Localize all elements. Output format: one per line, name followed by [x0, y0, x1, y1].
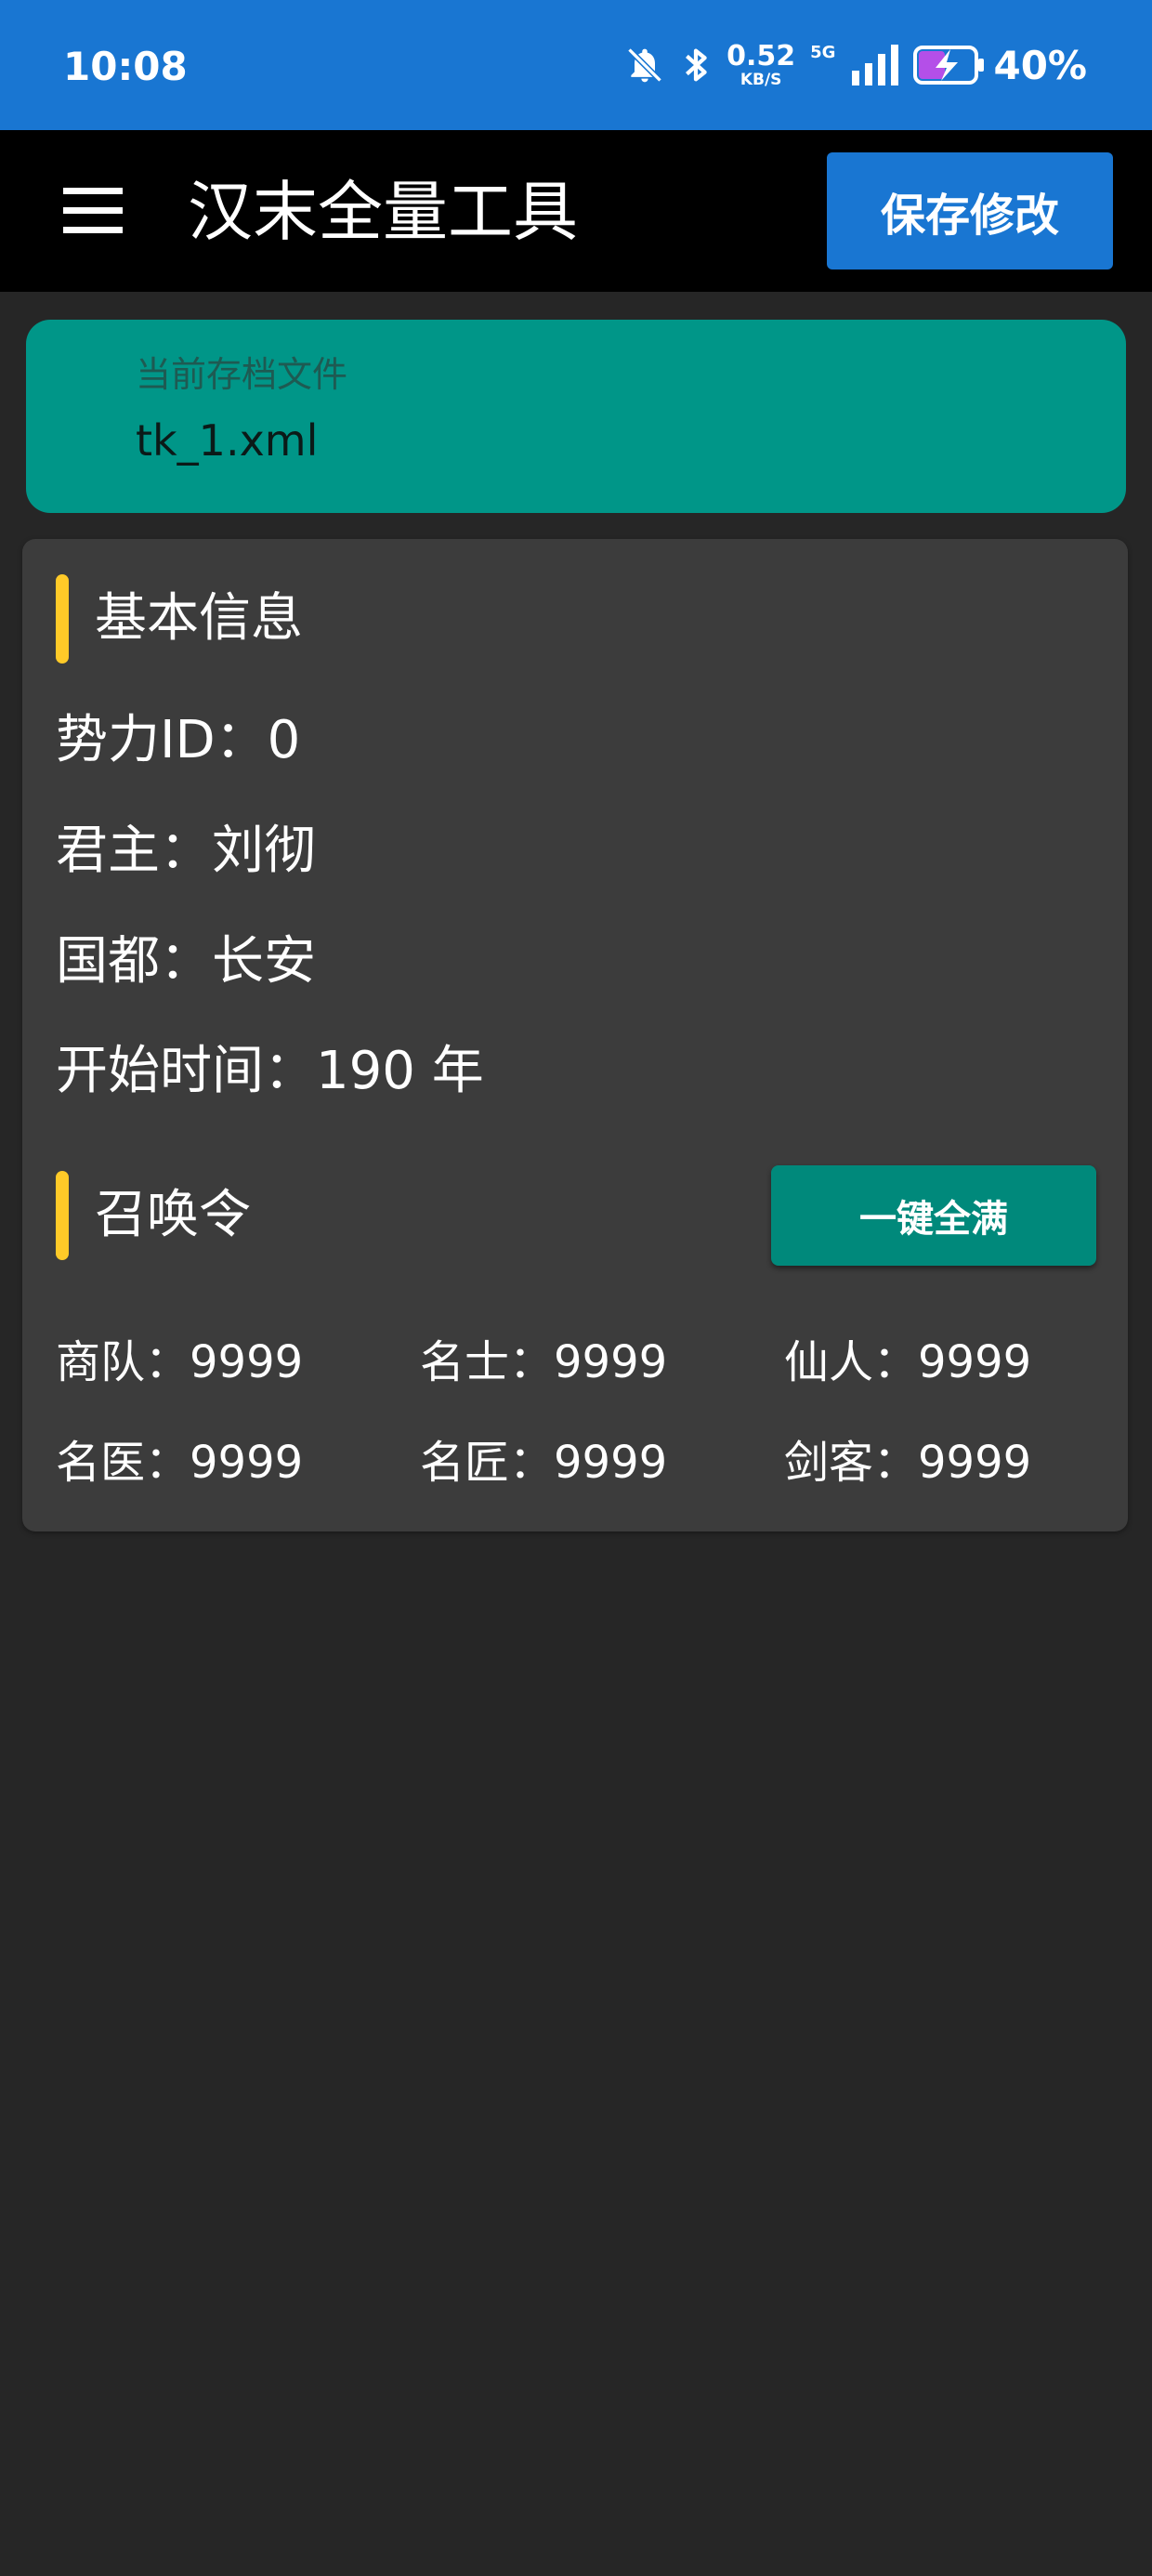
summon-item: 名士：9999 [420, 1334, 667, 1390]
bluetooth-icon [686, 48, 707, 82]
status-bar: 10:08 0.52 KB/S 5G 40% [0, 0, 1152, 130]
summon-item: 仙人：9999 [784, 1334, 1031, 1390]
signal-icon [852, 45, 899, 85]
summon-item-label: 商队： [56, 1336, 190, 1388]
basic-info-header: 基本信息 [56, 572, 303, 665]
summon-title: 召唤令 [95, 1185, 251, 1245]
net-speed: 0.52 KB/S [727, 39, 796, 89]
summon-item: 剑客：9999 [784, 1435, 1031, 1491]
accent-bar [56, 1171, 69, 1260]
summon-item: 名医：9999 [56, 1435, 303, 1491]
current-file-name: tk_1.xml [136, 415, 319, 466]
battery-percent: 40% [993, 42, 1087, 88]
hamburger-menu-icon [63, 188, 123, 233]
status-time: 10:08 [63, 44, 188, 89]
ruler-value: 刘彻 [212, 821, 316, 881]
capital-row: 国都：长安 [56, 929, 316, 994]
bell-muted-icon [627, 47, 662, 83]
current-file-card: 当前存档文件 tk_1.xml [26, 320, 1126, 513]
summon-item-value: 9999 [190, 1336, 304, 1388]
accent-bar [56, 574, 69, 664]
start-time-row: 开始时间：190 年 [56, 1039, 484, 1104]
summon-item-label: 名医： [56, 1437, 190, 1489]
info-card: 基本信息 势力ID：0 君主：刘彻 国都：长安 开始时间：190 年 召唤令 一… [22, 539, 1128, 1531]
start-time-value: 190 年 [316, 1041, 484, 1101]
hamburger-menu-button[interactable] [56, 178, 130, 243]
status-icons: 0.52 KB/S 5G 40% [609, 37, 1087, 93]
network-type: 5G [810, 43, 836, 62]
basic-info-title: 基本信息 [95, 588, 303, 649]
current-file-caption: 当前存档文件 [136, 354, 348, 395]
battery-charging-icon [913, 46, 985, 85]
summon-item-value: 9999 [918, 1336, 1032, 1388]
summon-item-label: 仙人： [784, 1336, 919, 1388]
summon-item-value: 9999 [190, 1437, 304, 1489]
fill-all-button[interactable]: 一键全满 [771, 1165, 1096, 1266]
save-changes-button[interactable]: 保存修改 [827, 152, 1113, 269]
start-time-label: 开始时间： [56, 1041, 316, 1101]
summon-item: 商队：9999 [56, 1334, 303, 1390]
capital-label: 国都： [56, 931, 212, 992]
faction-id-value: 0 [267, 710, 301, 770]
net-speed-value: 0.52 [727, 39, 796, 72]
summon-item-label: 名匠： [420, 1437, 555, 1489]
summon-item-value: 9999 [554, 1437, 668, 1489]
summon-header: 召唤令 [56, 1169, 251, 1262]
summon-item-value: 9999 [554, 1336, 668, 1388]
summon-item-label: 剑客： [784, 1437, 919, 1489]
summon-item: 名匠：9999 [420, 1435, 667, 1491]
faction-id-row: 势力ID：0 [56, 708, 300, 773]
ruler-row: 君主：刘彻 [56, 819, 316, 884]
summon-item-label: 名士： [420, 1336, 555, 1388]
app-title: 汉末全量工具 [188, 174, 578, 250]
ruler-label: 君主： [56, 821, 212, 881]
summon-item-value: 9999 [918, 1437, 1032, 1489]
faction-id-label: 势力ID： [56, 710, 268, 770]
net-speed-unit: KB/S [740, 70, 782, 89]
capital-value: 长安 [212, 931, 316, 992]
app-bar: 汉末全量工具 保存修改 [0, 130, 1152, 292]
